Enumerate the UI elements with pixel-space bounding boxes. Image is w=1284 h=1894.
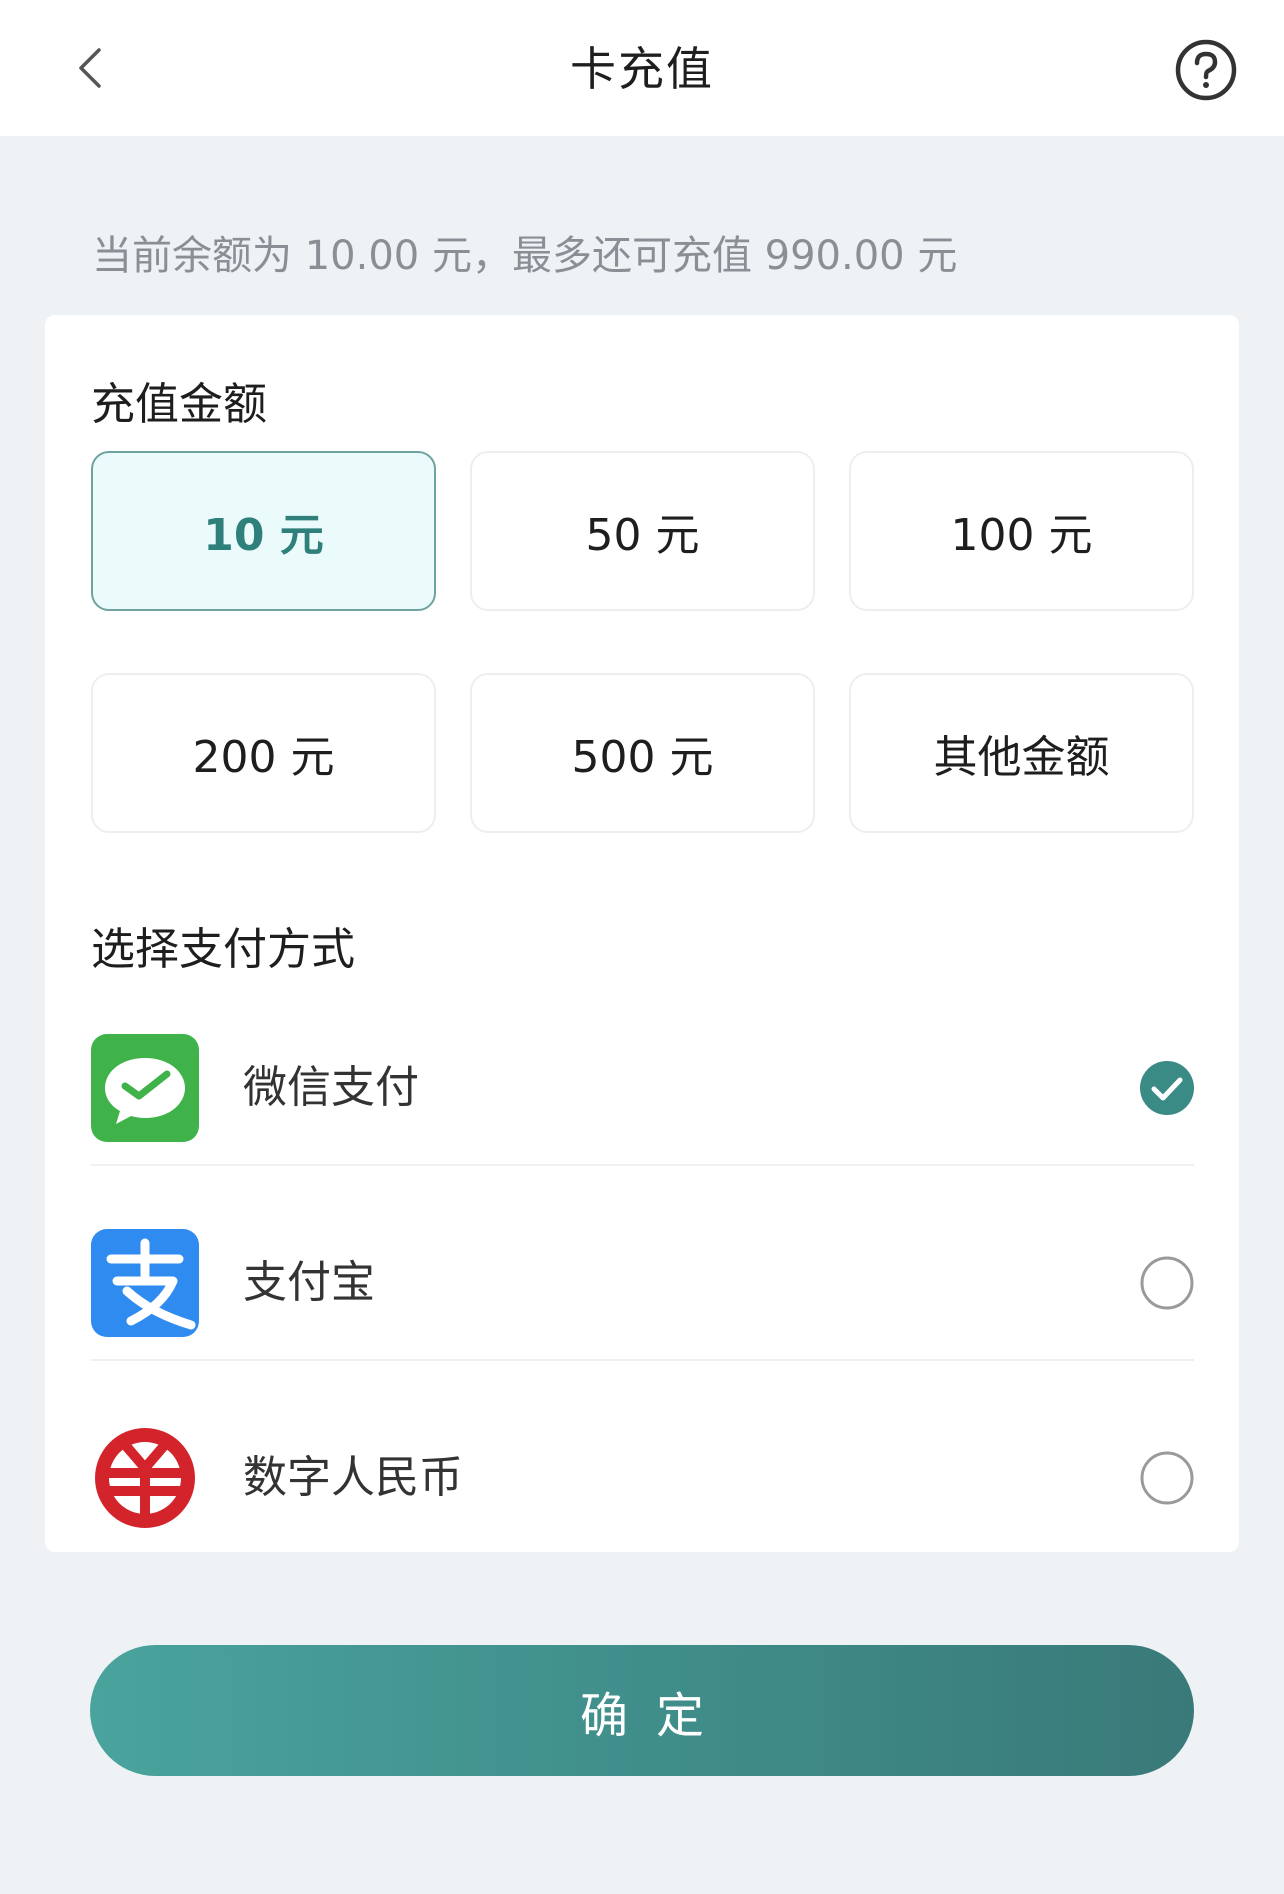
page-title: 卡充值 bbox=[570, 42, 714, 96]
amount-option-200[interactable]: 200 元 bbox=[91, 673, 436, 833]
payment-section-title: 选择支付方式 bbox=[91, 924, 355, 975]
amount-option-500[interactable]: 500 元 bbox=[470, 673, 815, 833]
check-circle-icon[interactable] bbox=[1140, 1061, 1194, 1115]
wechat-pay-icon bbox=[91, 1034, 199, 1142]
amount-option-other[interactable]: 其他金额 bbox=[849, 673, 1194, 833]
radio-unchecked-icon[interactable] bbox=[1140, 1256, 1194, 1310]
top-bar: 卡充值 bbox=[0, 0, 1284, 136]
amount-option-50[interactable]: 50 元 bbox=[470, 451, 815, 611]
divider bbox=[91, 1164, 1194, 1166]
recharge-card: 充值金额 10 元 50 元 100 元 200 元 500 元 其他金额 选择… bbox=[45, 315, 1239, 1552]
amount-section-title: 充值金额 bbox=[91, 379, 267, 430]
payment-option-digital-rmb[interactable]: 数字人民币 bbox=[91, 1381, 1194, 1575]
payment-label-wechat: 微信支付 bbox=[243, 1062, 419, 1113]
payment-option-wechat[interactable]: 微信支付 bbox=[91, 991, 1194, 1185]
amount-option-10[interactable]: 10 元 bbox=[91, 451, 436, 611]
confirm-button[interactable]: 确定 bbox=[90, 1645, 1194, 1776]
radio-unchecked-icon[interactable] bbox=[1140, 1451, 1194, 1505]
balance-info: 当前余额为 10.00 元，最多还可充值 990.00 元 bbox=[92, 233, 958, 279]
digital-rmb-icon bbox=[95, 1428, 195, 1528]
confirm-button-label: 确定 bbox=[579, 1687, 732, 1744]
divider bbox=[91, 1359, 1194, 1361]
amount-option-100[interactable]: 100 元 bbox=[849, 451, 1194, 611]
alipay-icon bbox=[91, 1229, 199, 1337]
payment-label-alipay: 支付宝 bbox=[243, 1257, 375, 1308]
payment-option-alipay[interactable]: 支付宝 bbox=[91, 1186, 1194, 1380]
payment-label-digital-rmb: 数字人民币 bbox=[243, 1452, 463, 1503]
help-button[interactable] bbox=[1174, 38, 1238, 102]
help-circle-icon bbox=[1175, 39, 1237, 101]
